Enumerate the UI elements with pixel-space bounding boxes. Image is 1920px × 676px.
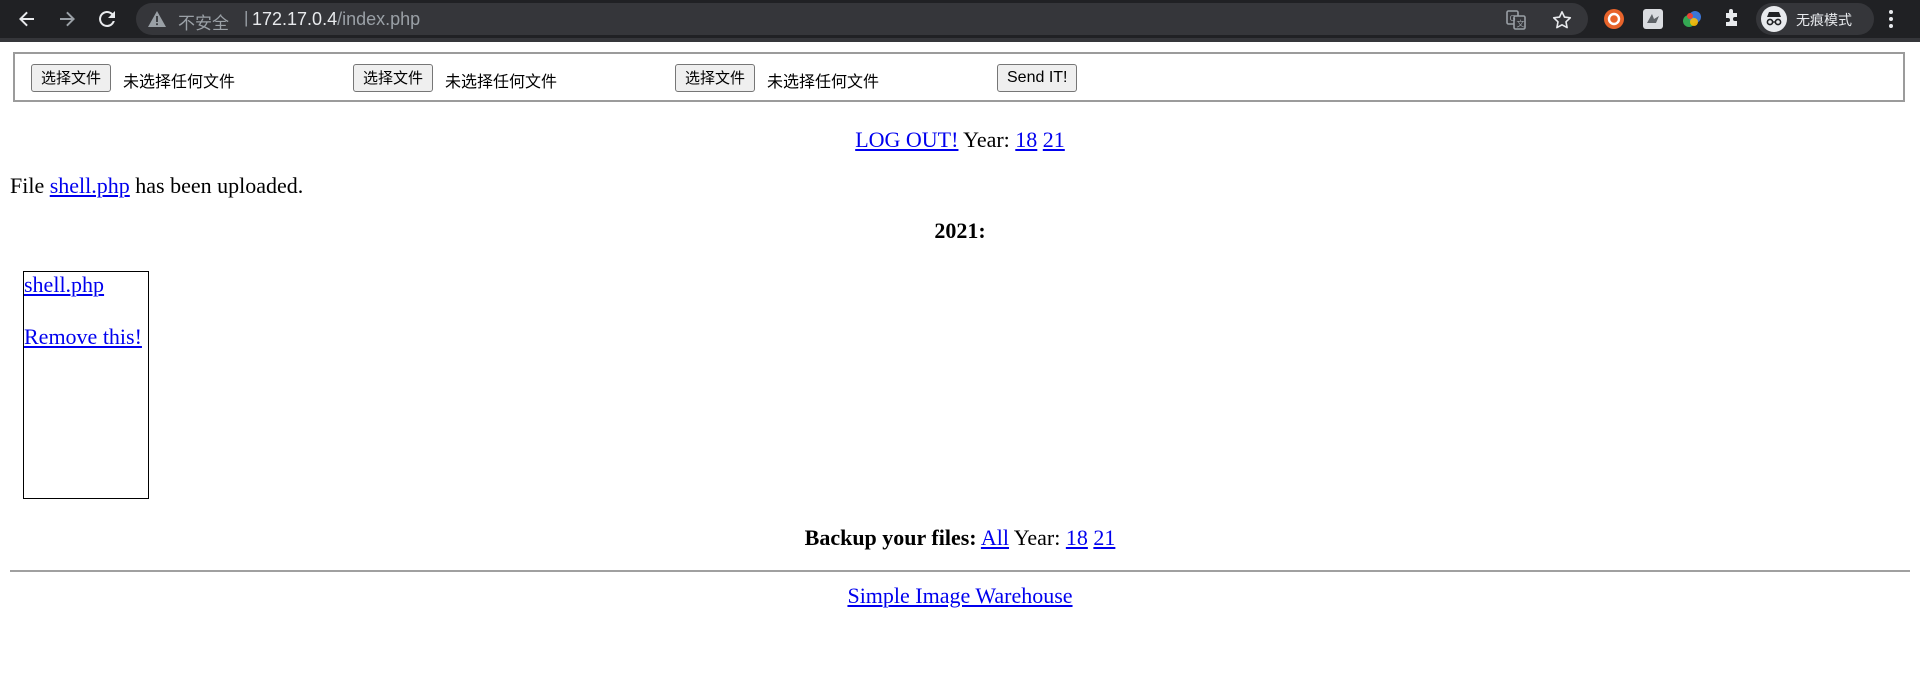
upload-message: File shell.php has been uploaded.: [10, 173, 303, 199]
backup-year-link-18[interactable]: 18: [1066, 525, 1088, 550]
kebab-menu-icon[interactable]: [1886, 9, 1896, 29]
page-content: 选择文件 未选择任何文件 选择文件 未选择任何文件 选择文件 未选择任何文件 S…: [0, 42, 1920, 676]
choose-file-button-2[interactable]: 选择文件: [353, 64, 434, 92]
back-icon: [19, 11, 34, 27]
file-status-1: 未选择任何文件: [123, 72, 236, 91]
incognito-label: 无痕模式: [1796, 13, 1852, 29]
url-path: /index.php: [337, 9, 421, 29]
uploaded-file-link[interactable]: shell.php: [50, 173, 130, 198]
year-heading: 2021:: [934, 218, 986, 243]
file-card-link[interactable]: shell.php: [24, 272, 104, 298]
url-separator: |: [244, 8, 249, 27]
upload-form: 选择文件 未选择任何文件 选择文件 未选择任何文件 选择文件 未选择任何文件 S…: [13, 52, 1905, 102]
address-bar[interactable]: 不安全 | 172.17.0.4/index.php G 文: [136, 3, 1588, 35]
star-icon[interactable]: [1552, 10, 1572, 30]
reload-icon: [99, 10, 115, 27]
incognito-icon: [1761, 6, 1787, 32]
backup-all-link[interactable]: All: [981, 525, 1009, 550]
forward-icon: [60, 11, 75, 27]
extension-orange-icon[interactable]: [1603, 8, 1625, 30]
file-card: shell.php Remove this!: [23, 271, 149, 499]
message-suffix: has been uploaded.: [135, 173, 304, 198]
back-button[interactable]: [12, 4, 42, 34]
svg-text:G: G: [1510, 14, 1516, 23]
file-status-3: 未选择任何文件: [767, 72, 880, 91]
backup-line: Backup your files: All Year: 18 21: [0, 525, 1920, 551]
top-nav: LOG OUT! Year: 18 21: [0, 127, 1920, 153]
url-host: 172.17.0.4: [252, 9, 338, 29]
backup-year-link-21[interactable]: 21: [1093, 525, 1115, 550]
forward-button[interactable]: [52, 4, 82, 34]
year-label: Year:: [963, 127, 1010, 152]
incognito-indicator[interactable]: 无痕模式: [1756, 3, 1874, 35]
remove-file-link[interactable]: Remove this!: [24, 324, 142, 350]
extension-colorful-icon[interactable]: [1681, 8, 1703, 30]
puzzle-icon[interactable]: [1721, 8, 1743, 30]
footer: Simple Image Warehouse: [0, 583, 1920, 609]
backup-year-label: Year:: [1013, 525, 1061, 550]
insecure-label: 不安全: [178, 14, 229, 33]
year-link-21[interactable]: 21: [1043, 127, 1065, 152]
reload-button[interactable]: [92, 4, 122, 34]
file-status-2: 未选择任何文件: [445, 72, 558, 91]
choose-file-button-1[interactable]: 选择文件: [31, 64, 112, 92]
svg-text:文: 文: [1517, 19, 1525, 29]
logout-link[interactable]: LOG OUT!: [855, 127, 958, 152]
send-button[interactable]: Send IT!: [997, 64, 1078, 92]
backup-label: Backup your files:: [804, 525, 977, 550]
year-link-18[interactable]: 18: [1015, 127, 1037, 152]
translate-icon[interactable]: G 文: [1506, 10, 1526, 30]
warning-icon: [148, 11, 166, 27]
url-text[interactable]: 172.17.0.4/index.php: [252, 9, 420, 30]
choose-file-button-3[interactable]: 选择文件: [675, 64, 756, 92]
message-prefix: File: [10, 173, 45, 198]
footer-home-link[interactable]: Simple Image Warehouse: [847, 583, 1072, 608]
browser-toolbar: 不安全 | 172.17.0.4/index.php G 文 无痕模式: [0, 0, 1920, 42]
footer-divider: [10, 570, 1910, 572]
extension-bird-icon[interactable]: [1642, 8, 1664, 30]
